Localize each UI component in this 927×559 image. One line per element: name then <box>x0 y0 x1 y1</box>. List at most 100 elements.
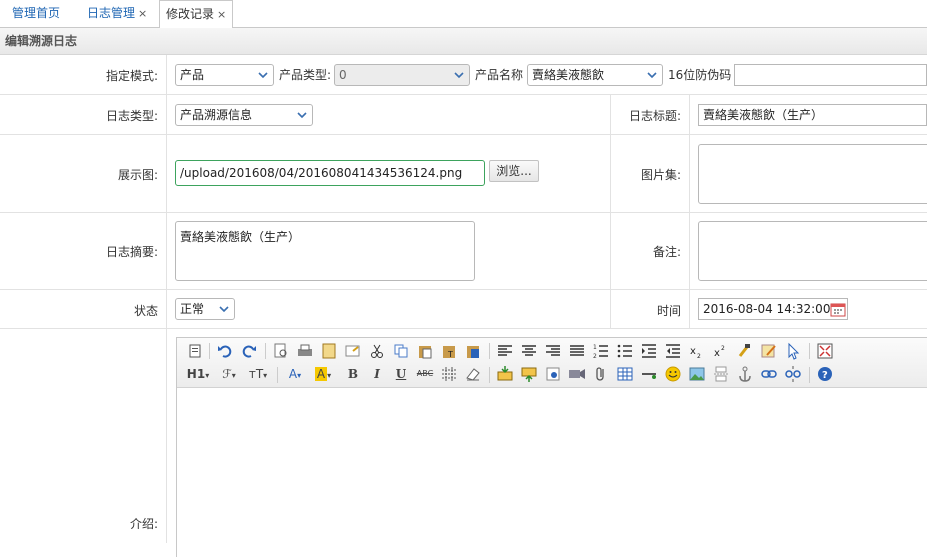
insert-table-icon[interactable] <box>615 364 635 384</box>
subscript-icon[interactable]: x2 <box>687 341 707 361</box>
code-label: 16位防伪码 <box>668 68 732 82</box>
log-type-select[interactable]: 产品溯源信息 <box>175 104 313 126</box>
close-icon[interactable]: × <box>138 7 147 20</box>
link-insert-icon[interactable] <box>543 364 563 384</box>
svg-text:x: x <box>714 348 720 359</box>
time-input[interactable]: 2016-08-04 14:32:00 <box>698 298 848 320</box>
eraser-icon[interactable] <box>463 364 483 384</box>
form-row-image: 展示图: /upload/201608/04/20160804143453612… <box>0 135 927 213</box>
browse-button[interactable]: 浏览... <box>489 160 539 182</box>
mode-select[interactable]: 产品 <box>175 64 274 86</box>
background-color-dropdown[interactable]: A ▾ <box>311 364 335 384</box>
format-brush-icon[interactable] <box>735 341 755 361</box>
cut-icon[interactable] <box>367 341 387 361</box>
redo-icon[interactable] <box>239 341 259 361</box>
summary-textarea[interactable]: 賣絡美液態飲（生产） <box>175 221 475 281</box>
align-left-icon[interactable] <box>495 341 515 361</box>
time-label: 时间 <box>656 304 681 318</box>
paste-icon[interactable] <box>415 341 435 361</box>
display-image-input[interactable]: /upload/201608/04/201608041434536124.png <box>175 160 485 186</box>
product-name-select[interactable]: 賣絡美液態飲 <box>527 64 663 86</box>
font-family-dropdown[interactable]: ℱ▾ <box>217 364 241 384</box>
font-color-dropdown[interactable]: A▾ <box>283 364 307 384</box>
paste-word-icon[interactable] <box>463 341 483 361</box>
editor-toolbar: T 12 x2 x2 H1▾ ℱ▾ тT▾ A▾ A ▾ B I U ABC ? <box>177 338 927 388</box>
status-value: 正常 <box>180 302 205 316</box>
video-icon[interactable] <box>567 364 587 384</box>
attachment-icon[interactable] <box>591 364 611 384</box>
form-row-log-type: 日志类型: 产品溯源信息 日志标题: 賣絡美液態飲（生产） <box>0 95 927 135</box>
calendar-icon[interactable] <box>830 301 846 317</box>
summary-label: 日志摘要: <box>105 245 158 259</box>
product-name-label: 产品名称 <box>475 68 524 82</box>
unordered-list-icon[interactable] <box>615 341 635 361</box>
display-image-label: 展示图: <box>117 168 158 182</box>
status-label: 状态 <box>133 304 158 318</box>
form-row-mode: 指定模式: 产品 产品类型: 0 产品名称 賣絡美液態飲 16位防伪码 <box>0 55 927 95</box>
quick-format-icon[interactable] <box>759 341 779 361</box>
tab-home[interactable]: 管理首页 <box>12 0 60 28</box>
page-break-icon[interactable] <box>711 364 731 384</box>
select-all-icon[interactable] <box>783 341 803 361</box>
insert-row-before-icon[interactable] <box>495 364 515 384</box>
chevron-down-icon <box>454 72 464 79</box>
horizontal-rule-icon[interactable] <box>639 364 659 384</box>
chevron-down-icon <box>258 72 268 79</box>
svg-text:x: x <box>690 346 696 357</box>
paste-text-icon[interactable]: T <box>439 341 459 361</box>
product-type-select[interactable]: 0 <box>334 64 470 86</box>
remark-label: 备注: <box>652 245 681 259</box>
undo-icon[interactable] <box>215 341 235 361</box>
align-center-icon[interactable] <box>519 341 539 361</box>
preview-icon[interactable] <box>271 341 291 361</box>
tab-edit-record-label: 修改记录 <box>166 7 215 21</box>
emotion-icon[interactable] <box>663 364 683 384</box>
ordered-list-icon[interactable]: 12 <box>591 341 611 361</box>
column-divider <box>610 95 611 329</box>
template-icon[interactable] <box>319 341 339 361</box>
image-set-label: 图片集: <box>640 168 681 182</box>
clear-format-icon[interactable] <box>343 341 363 361</box>
rich-text-editor[interactable]: T 12 x2 x2 H1▾ ℱ▾ тT▾ A▾ A ▾ B I U ABC ? <box>176 337 927 559</box>
code-input[interactable] <box>734 64 927 86</box>
remark-textarea[interactable] <box>698 221 927 281</box>
tab-edit-record[interactable]: 修改记录 × <box>159 0 234 29</box>
fullscreen-icon[interactable] <box>815 341 835 361</box>
unlink-icon[interactable] <box>783 364 803 384</box>
log-title-input[interactable]: 賣絡美液態飲（生产） <box>698 104 927 126</box>
outdent-icon[interactable] <box>663 341 683 361</box>
insert-row-after-icon[interactable] <box>519 364 539 384</box>
italic-button[interactable]: I <box>367 364 387 384</box>
image-set-textarea[interactable] <box>698 144 927 204</box>
chevron-down-icon <box>219 306 229 313</box>
heading-dropdown[interactable]: H1▾ <box>184 364 212 384</box>
link-icon[interactable] <box>759 364 779 384</box>
product-type-value: 0 <box>339 68 347 82</box>
copy-icon[interactable] <box>391 341 411 361</box>
indent-icon[interactable] <box>639 341 659 361</box>
align-justify-icon[interactable] <box>567 341 587 361</box>
superscript-icon[interactable]: x2 <box>711 341 731 361</box>
strikethrough-button[interactable]: ABC <box>415 364 435 384</box>
bold-button[interactable]: B <box>343 364 363 384</box>
print-icon[interactable] <box>295 341 315 361</box>
close-icon[interactable]: × <box>217 8 226 21</box>
status-select[interactable]: 正常 <box>175 298 235 320</box>
form-row-summary: 日志摘要: 賣絡美液態飲（生产） 备注: <box>0 213 927 290</box>
font-size-dropdown[interactable]: тT▾ <box>245 364 271 384</box>
anchor-icon[interactable] <box>735 364 755 384</box>
svg-text:2: 2 <box>697 353 701 360</box>
underline-button[interactable]: U <box>391 364 411 384</box>
svg-text:2: 2 <box>593 353 597 360</box>
tab-log-manage[interactable]: 日志管理 × <box>87 0 147 28</box>
align-right-icon[interactable] <box>543 341 563 361</box>
source-icon[interactable] <box>185 341 205 361</box>
table-border-icon[interactable] <box>439 364 459 384</box>
editor-content[interactable] <box>177 389 927 559</box>
product-type-label: 产品类型: <box>279 68 332 82</box>
svg-text:T: T <box>447 350 453 359</box>
tab-log-manage-label: 日志管理 <box>87 6 136 20</box>
mode-label: 指定模式: <box>105 69 158 83</box>
image-icon[interactable] <box>687 364 707 384</box>
help-icon[interactable]: ? <box>815 364 835 384</box>
